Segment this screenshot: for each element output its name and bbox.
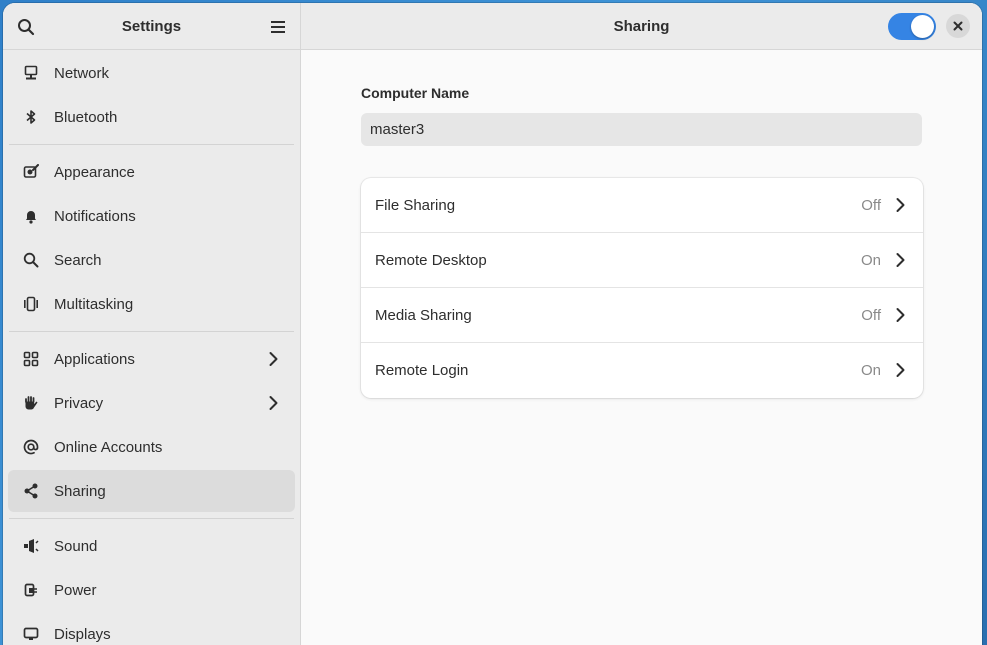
sidebar-item-label: Multitasking (54, 295, 134, 313)
close-button[interactable] (946, 14, 970, 38)
sidebar-item-search[interactable]: Search (8, 239, 295, 281)
sidebar-item-label: Applications (54, 350, 135, 368)
sidebar-item-label: Online Accounts (54, 438, 163, 456)
sidebar-item-label: Sharing (54, 482, 106, 500)
service-status: Off (861, 196, 881, 214)
service-label: Media Sharing (375, 306, 472, 324)
sidebar-separator (9, 144, 294, 145)
search-icon (22, 251, 40, 269)
multitasking-icon (22, 295, 40, 313)
hand-icon (22, 394, 40, 412)
chevron-right-icon (892, 307, 908, 323)
chevron-right-icon (892, 362, 908, 378)
sidebar-item-network[interactable]: Network (8, 52, 295, 94)
sidebar-header: Settings (3, 3, 300, 50)
sidebar-separator (9, 518, 294, 519)
service-status: Off (861, 306, 881, 324)
service-status: On (860, 251, 881, 269)
main-panel: Sharing Computer Name File Sharing Off Rem… (301, 3, 982, 645)
sidebar-item-appearance[interactable]: Appearance (8, 151, 295, 193)
close-icon (953, 21, 963, 31)
chevron-right-icon (265, 351, 281, 367)
page-title: Sharing (613, 18, 670, 35)
service-row-remote-desktop[interactable]: Remote Desktop On (361, 233, 923, 288)
toggle-knob (911, 15, 934, 38)
sidebar-item-sound[interactable]: Sound (8, 525, 295, 567)
network-icon (22, 64, 40, 82)
computer-name-label: Computer Name (361, 85, 470, 101)
speaker-icon (22, 537, 40, 555)
bell-icon (22, 207, 40, 225)
appearance-icon (22, 163, 40, 181)
at-icon (22, 438, 40, 456)
sidebar-item-displays[interactable]: Displays (8, 613, 295, 645)
service-row-remote-login[interactable]: Remote Login On (361, 343, 923, 398)
sidebar-item-sharing[interactable]: Sharing (8, 470, 295, 512)
sidebar-item-label: Network (54, 64, 110, 82)
sidebar-item-privacy[interactable]: Privacy (8, 382, 295, 424)
sidebar-item-label: Bluetooth (54, 108, 118, 126)
sidebar-item-label: Privacy (54, 394, 104, 412)
bluetooth-icon (22, 108, 40, 126)
computer-name-field[interactable] (361, 113, 922, 146)
chevron-right-icon (892, 252, 908, 268)
share-icon (22, 482, 40, 500)
service-label: Remote Login (375, 362, 469, 379)
chevron-right-icon (265, 395, 281, 411)
sidebar-item-label: Sound (54, 537, 98, 555)
sidebar-list: Network Bluetooth Appearance Notifications S… (3, 52, 300, 645)
sidebar-item-multitasking[interactable]: Multitasking (8, 283, 295, 325)
sidebar-item-power[interactable]: Power (8, 569, 295, 611)
service-row-file-sharing[interactable]: File Sharing Off (361, 178, 923, 233)
sidebar-item-label: Appearance (54, 163, 135, 181)
service-status: On (860, 362, 881, 379)
sidebar-title: Settings (121, 18, 182, 35)
sidebar-item-label: Power (54, 581, 97, 599)
sidebar-item-label: Search (54, 251, 102, 269)
sidebar-item-online-accounts[interactable]: Online Accounts (8, 426, 295, 468)
sidebar: Settings Network Bluetooth Appearance Notif… (3, 3, 301, 645)
menu-icon[interactable] (266, 15, 290, 39)
service-row-media-sharing[interactable]: Media Sharing Off (361, 288, 923, 343)
sidebar-item-bluetooth[interactable]: Bluetooth (8, 96, 295, 138)
sidebar-item-applications[interactable]: Applications (8, 338, 295, 380)
sharing-toggle[interactable] (888, 13, 936, 40)
sidebar-item-notifications[interactable]: Notifications (8, 195, 295, 237)
grid-icon (22, 350, 40, 368)
service-label: File Sharing (375, 196, 456, 214)
sidebar-item-label: Notifications (54, 207, 136, 225)
display-icon (22, 625, 40, 643)
sharing-services-list: File Sharing Off Remote Desktop On Media Sha… (361, 178, 923, 398)
settings-window: Settings Network Bluetooth Appearance Notif… (3, 3, 982, 645)
power-plug-icon (22, 581, 40, 599)
sidebar-separator (9, 331, 294, 332)
main-header: Sharing (301, 3, 982, 50)
chevron-right-icon (892, 197, 908, 213)
sidebar-item-label: Displays (54, 625, 111, 643)
service-label: Remote Desktop (375, 251, 487, 269)
